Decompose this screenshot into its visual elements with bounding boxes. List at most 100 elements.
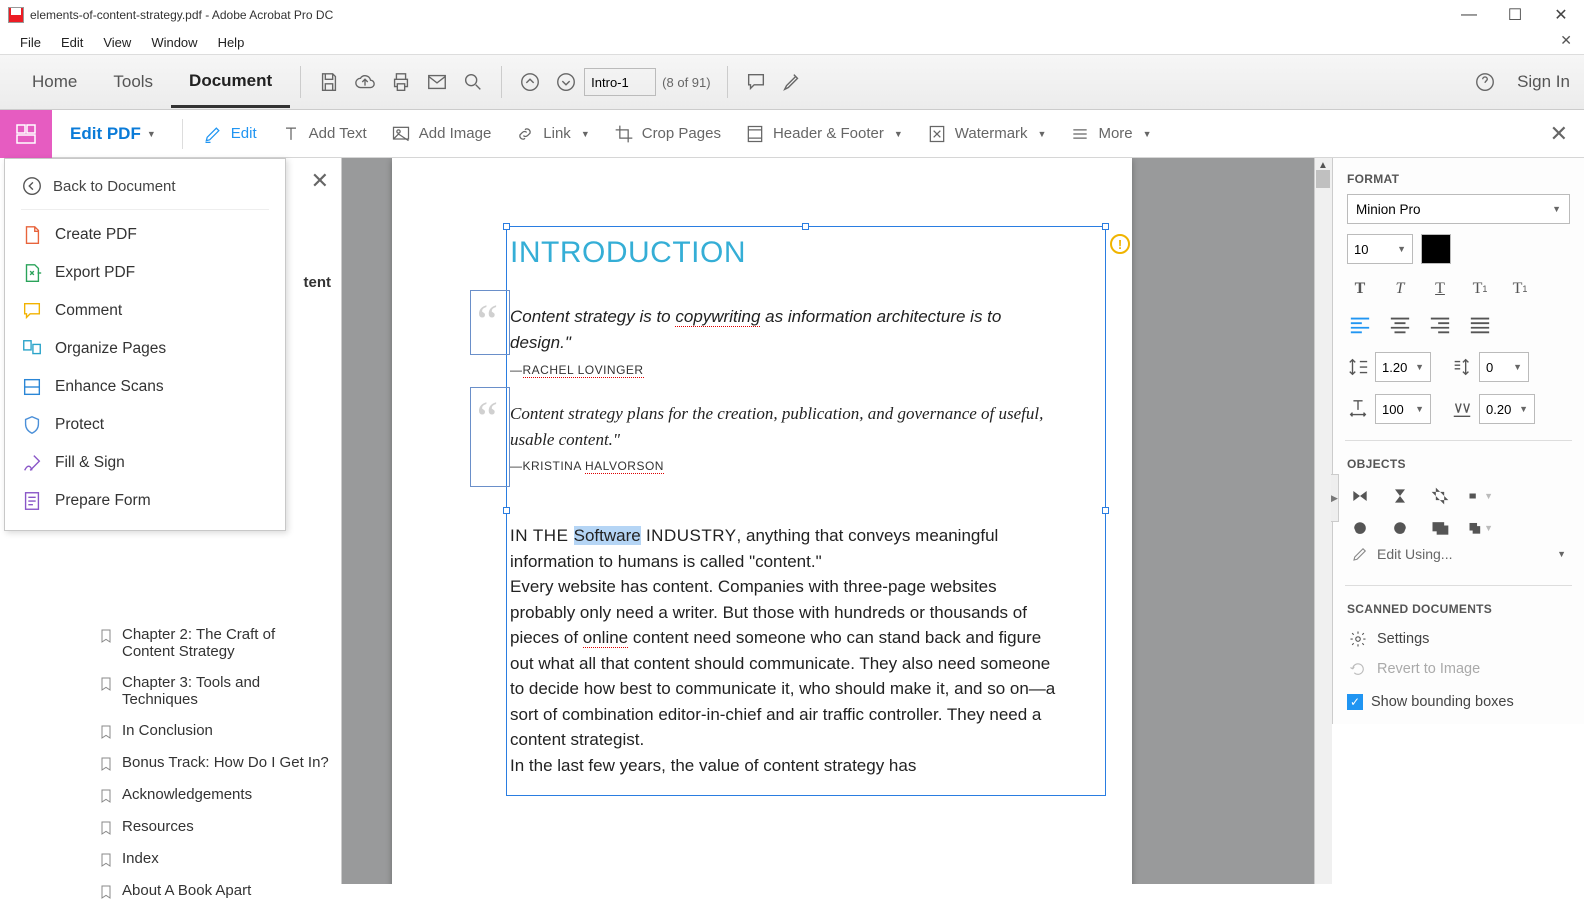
minimize-button[interactable]: — bbox=[1446, 0, 1492, 30]
separator bbox=[727, 66, 728, 98]
document-viewport[interactable]: ! INTRODUCTION “ Content strategy is to … bbox=[342, 158, 1332, 884]
page-up-icon[interactable] bbox=[512, 64, 548, 100]
align-left-icon[interactable] bbox=[1347, 314, 1373, 336]
flip-vertical-icon bbox=[1387, 485, 1413, 507]
bookmark-item[interactable]: In Conclusion bbox=[0, 715, 341, 747]
paragraph-spacing-control[interactable]: 0▼ bbox=[1451, 352, 1529, 382]
maximize-button[interactable]: ☐ bbox=[1492, 0, 1538, 30]
page-label-input[interactable]: Intro-1 bbox=[584, 68, 656, 96]
subscript-icon[interactable]: T1 bbox=[1507, 278, 1533, 300]
edit-pdf-badge-icon[interactable] bbox=[0, 110, 52, 158]
cloud-upload-icon[interactable] bbox=[347, 64, 383, 100]
tool-comment[interactable]: Comment bbox=[5, 292, 285, 330]
edit-using-dropdown[interactable]: Edit Using...▼ bbox=[1347, 539, 1570, 569]
separator bbox=[300, 66, 301, 98]
bookmark-item[interactable]: Bonus Track: How Do I Get In? bbox=[0, 747, 341, 779]
format-heading: FORMAT bbox=[1347, 172, 1570, 186]
quote-mark-icon: “ bbox=[472, 294, 499, 349]
add-image-button[interactable]: Add Image bbox=[379, 118, 504, 150]
close-window-button[interactable]: ✕ bbox=[1538, 0, 1584, 30]
scanned-settings-button[interactable]: Settings bbox=[1347, 624, 1570, 654]
arrange-icon: ▼ bbox=[1467, 517, 1493, 539]
quote-text[interactable]: Content strategy plans for the creation,… bbox=[510, 401, 1060, 454]
bookmark-item[interactable]: Chapter 3: Tools and Techniques bbox=[0, 667, 341, 715]
edit-pdf-dropdown[interactable]: Edit PDF▼ bbox=[52, 124, 174, 144]
format-panel: FORMAT Minion Pro▼ 10▼ T T T T1 T1 1.20▼… bbox=[1332, 158, 1584, 724]
bookmark-item[interactable]: Chapter 2: The Craft of Content Strategy bbox=[0, 619, 341, 667]
comment-icon[interactable] bbox=[738, 64, 774, 100]
tool-protect[interactable]: Protect bbox=[5, 406, 285, 444]
font-size-input[interactable]: 10▼ bbox=[1347, 234, 1413, 264]
font-color-picker[interactable] bbox=[1421, 234, 1451, 264]
align-center-icon[interactable] bbox=[1387, 314, 1413, 336]
tool-organize-pages[interactable]: Organize Pages bbox=[5, 330, 285, 368]
vertical-scrollbar[interactable]: ▲ bbox=[1314, 158, 1332, 884]
menu-window[interactable]: Window bbox=[141, 33, 207, 52]
sign-in-button[interactable]: Sign In bbox=[1517, 72, 1570, 92]
tab-home[interactable]: Home bbox=[14, 58, 95, 106]
bold-icon[interactable]: T bbox=[1347, 278, 1373, 300]
tool-prepare-form[interactable]: Prepare Form bbox=[5, 482, 285, 520]
edit-pdf-toolbar: Edit PDF▼ Edit Add Text Add Image Link▼ … bbox=[0, 110, 1584, 158]
rotate-cw-icon bbox=[1387, 517, 1413, 539]
bookmark-item[interactable]: Acknowledgements bbox=[0, 779, 341, 811]
print-icon[interactable] bbox=[383, 64, 419, 100]
tools-popover: Back to Document Create PDF Export PDF C… bbox=[4, 158, 286, 531]
tab-tools[interactable]: Tools bbox=[95, 58, 171, 106]
add-text-button[interactable]: Add Text bbox=[269, 118, 379, 150]
italic-icon[interactable]: T bbox=[1387, 278, 1413, 300]
bookmark-item[interactable]: Index bbox=[0, 843, 341, 875]
underline-icon[interactable]: T bbox=[1427, 278, 1453, 300]
menu-help[interactable]: Help bbox=[208, 33, 255, 52]
close-edit-toolbar-icon[interactable]: ✕ bbox=[1550, 121, 1568, 147]
save-icon[interactable] bbox=[311, 64, 347, 100]
font-family-select[interactable]: Minion Pro▼ bbox=[1347, 194, 1570, 224]
quote-author[interactable]: —KRISTINA HALVORSON bbox=[510, 459, 1060, 473]
show-bounding-boxes-checkbox[interactable]: ✓Show bounding boxes bbox=[1347, 694, 1570, 710]
help-icon[interactable] bbox=[1467, 64, 1503, 100]
crop-pages-button[interactable]: Crop Pages bbox=[602, 118, 733, 150]
mail-icon[interactable] bbox=[419, 64, 455, 100]
edit-button[interactable]: Edit bbox=[191, 118, 269, 150]
align-objects-icon: ▼ bbox=[1467, 485, 1493, 507]
watermark-button[interactable]: Watermark▼ bbox=[915, 118, 1059, 150]
menu-file[interactable]: File bbox=[10, 33, 51, 52]
menu-view[interactable]: View bbox=[93, 33, 141, 52]
superscript-icon[interactable]: T1 bbox=[1467, 278, 1493, 300]
back-to-document-button[interactable]: Back to Document bbox=[21, 169, 269, 210]
rotate-ccw-icon bbox=[1347, 517, 1373, 539]
quote-author[interactable]: —RACHEL LOVINGER bbox=[510, 363, 1060, 377]
header-footer-button[interactable]: Header & Footer▼ bbox=[733, 118, 915, 150]
horizontal-scale-control[interactable]: 100▼ bbox=[1347, 394, 1431, 424]
bookmark-item[interactable]: About A Book Apart bbox=[0, 875, 341, 907]
page-down-icon[interactable] bbox=[548, 64, 584, 100]
tool-enhance-scans[interactable]: Enhance Scans bbox=[5, 368, 285, 406]
tool-create-pdf[interactable]: Create PDF bbox=[5, 216, 285, 254]
tab-document[interactable]: Document bbox=[171, 57, 290, 108]
collapse-right-panel-icon[interactable]: ▶ bbox=[1331, 474, 1339, 522]
tool-fill-sign[interactable]: Fill & Sign bbox=[5, 444, 285, 482]
character-spacing-control[interactable]: 0.20▼ bbox=[1451, 394, 1535, 424]
crop-object-icon bbox=[1427, 485, 1453, 507]
menu-edit[interactable]: Edit bbox=[51, 33, 93, 52]
warning-badge-icon[interactable]: ! bbox=[1110, 234, 1130, 254]
close-sidebar-icon[interactable]: ✕ bbox=[311, 168, 329, 194]
align-right-icon[interactable] bbox=[1427, 314, 1453, 336]
more-button[interactable]: More▼ bbox=[1058, 118, 1163, 150]
menu-close-icon[interactable]: ✕ bbox=[1560, 32, 1572, 49]
title-bar: elements-of-content-strategy.pdf - Adobe… bbox=[0, 0, 1584, 30]
pdf-page[interactable]: ! INTRODUCTION “ Content strategy is to … bbox=[392, 158, 1132, 884]
line-height-control[interactable]: 1.20▼ bbox=[1347, 352, 1431, 382]
quote-mark-icon: “ bbox=[472, 391, 499, 446]
bookmark-item[interactable]: Resources bbox=[0, 811, 341, 843]
scroll-thumb[interactable] bbox=[1316, 170, 1330, 188]
separator bbox=[182, 119, 183, 149]
search-icon[interactable] bbox=[455, 64, 491, 100]
revert-to-image-button: Revert to Image bbox=[1347, 654, 1570, 684]
link-button[interactable]: Link▼ bbox=[503, 118, 601, 150]
tool-export-pdf[interactable]: Export PDF bbox=[5, 254, 285, 292]
highlight-icon[interactable] bbox=[774, 64, 810, 100]
quote-text[interactable]: Content strategy is to copywriting as in… bbox=[510, 304, 1060, 357]
menu-bar: File Edit View Window Help ✕ bbox=[0, 30, 1584, 54]
align-justify-icon[interactable] bbox=[1467, 314, 1493, 336]
